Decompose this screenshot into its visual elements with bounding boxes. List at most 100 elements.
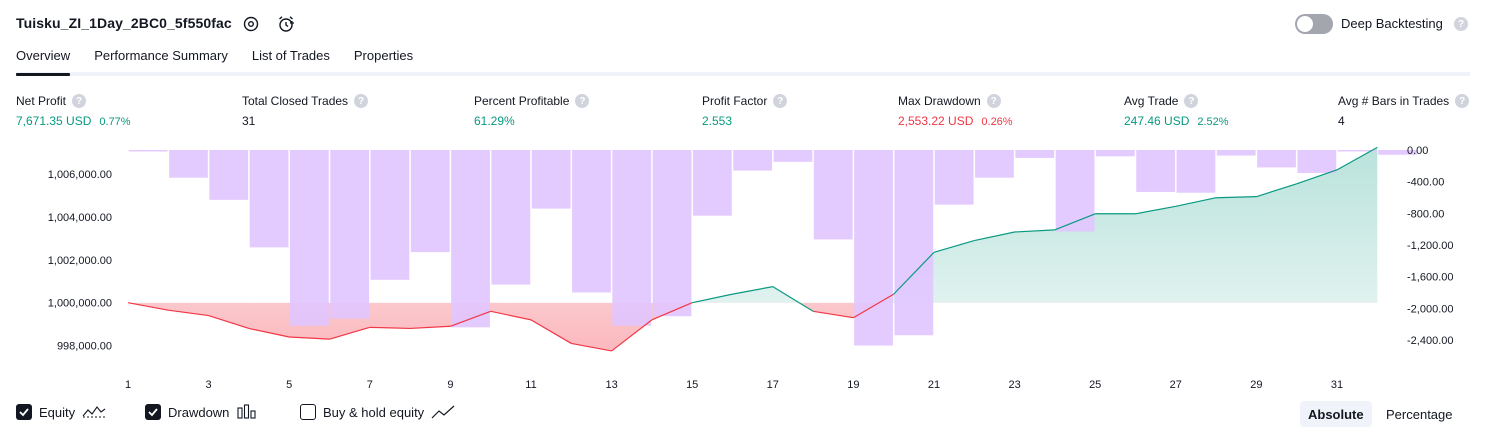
metric-label: Total Closed Trades: [242, 94, 349, 108]
drawdown-bar: [1136, 150, 1176, 192]
left-axis-tick-label: 1,000,000.00: [48, 298, 112, 310]
drawdown-bar: [370, 150, 410, 280]
left-axis-tick-label: 1,002,000.00: [48, 255, 112, 267]
drawdown-bar: [1297, 150, 1337, 173]
metric-total-closed-trades: Total Closed Trades? 31: [242, 93, 369, 128]
x-axis-tick-label: 27: [1170, 379, 1182, 391]
right-axis-tick-label: -400.00: [1407, 177, 1444, 189]
right-axis-tick-label: -800.00: [1407, 208, 1444, 220]
x-axis-tick-label: 15: [686, 379, 698, 391]
drawdown-bar: [813, 150, 853, 240]
info-icon[interactable]: ?: [354, 94, 369, 108]
tab-overview[interactable]: Overview: [16, 48, 71, 76]
x-axis-tick-label: 29: [1250, 379, 1262, 391]
metric-percent-profitable: Percent Profitable? 61.29%: [474, 93, 590, 128]
x-axis-tick-label: 1: [125, 379, 131, 391]
drawdown-bar: [1176, 150, 1216, 193]
info-icon[interactable]: ?: [986, 94, 1001, 108]
drawdown-bar: [169, 150, 208, 178]
metric-profit-factor: Profit Factor? 2.553: [702, 93, 788, 128]
metric-label: Avg # Bars in Trades: [1338, 94, 1450, 108]
drawdown-bar: [330, 150, 370, 319]
legend-equity[interactable]: Equity: [16, 404, 106, 420]
info-icon[interactable]: ?: [575, 94, 590, 108]
drawdown-bar: [491, 150, 531, 285]
metric-value: 247.46 USD: [1124, 114, 1190, 128]
drawdown-bar: [249, 150, 289, 248]
drawdown-bar: [894, 150, 934, 336]
left-axis-tick-label: 998,000.00: [57, 341, 112, 353]
drawdown-bar: [612, 150, 652, 326]
x-axis-tick-label: 19: [847, 379, 859, 391]
metric-value: 7,671.35 USD: [16, 114, 92, 128]
right-axis-tick-label: -2,400.00: [1407, 335, 1453, 347]
info-icon[interactable]: ?: [72, 94, 87, 108]
x-axis-tick-label: 9: [447, 379, 453, 391]
x-axis-tick-label: 3: [206, 379, 212, 391]
drawdown-bar: [1216, 150, 1256, 156]
x-axis-tick-label: 11: [525, 379, 536, 391]
x-axis-tick-label: 31: [1331, 379, 1343, 391]
metric-max-drawdown: Max Drawdown? 2,553.22 USD 0.26%: [898, 93, 1013, 128]
right-axis-tick-label: -1,200.00: [1407, 240, 1453, 252]
buy-hold-label: Buy & hold equity: [323, 404, 425, 420]
toggle-knob: [1297, 16, 1313, 32]
right-axis: 0.00 -400.00 -800.00 -1,200.00 -1,600.00 -2,0…: [1407, 145, 1453, 347]
info-icon[interactable]: ?: [1455, 94, 1470, 108]
settings-gear-icon[interactable]: [240, 13, 262, 35]
drawdown-bar: [1095, 150, 1135, 157]
equity-checkbox[interactable]: [16, 404, 32, 420]
left-axis: 1,006,000.00 1,004,000.00 1,002,000.00 1,00…: [48, 169, 112, 352]
drawdown-label: Drawdown: [168, 404, 230, 420]
tab-properties[interactable]: Properties: [354, 48, 413, 75]
drawdown-bar: [934, 150, 974, 205]
x-axis-tick-label: 23: [1008, 379, 1020, 391]
legend-drawdown[interactable]: Drawdown: [145, 404, 258, 420]
x-axis-tick-label: 5: [286, 379, 292, 391]
legend-buy-hold[interactable]: Buy & hold equity: [300, 404, 455, 420]
alarm-clock-icon[interactable]: [275, 13, 297, 35]
x-axis-tick-label: 25: [1089, 379, 1101, 391]
metric-net-profit: Net Profit? 7,671.35 USD 0.77%: [16, 93, 131, 128]
drawdown-bar: [975, 150, 1014, 178]
drawdown-bar: [531, 150, 571, 209]
info-icon[interactable]: ?: [1184, 94, 1199, 108]
left-axis-tick-label: 1,006,000.00: [48, 169, 112, 181]
metric-label: Net Profit: [16, 94, 67, 108]
trend-line-icon: [431, 405, 455, 419]
drawdown-bar: [652, 150, 692, 317]
drawdown-bar: [209, 150, 249, 200]
x-axis: 1 3 5 7 9 11 13 15 17 19 21 23 25 27 29 31: [125, 379, 1343, 391]
metric-value: 2,553.22 USD: [898, 114, 974, 128]
right-axis-tick-label: -1,600.00: [1407, 272, 1453, 284]
deep-backtesting-label: Deep Backtesting: [1341, 16, 1443, 31]
drawdown-bar: [854, 150, 893, 346]
percentage-button[interactable]: Percentage: [1378, 401, 1461, 427]
drawdown-bar: [1257, 150, 1296, 168]
deep-backtesting-help-icon[interactable]: ?: [1454, 17, 1468, 31]
drawdown-bar: [451, 150, 490, 328]
metric-value: 61.29%: [474, 114, 515, 128]
tab-performance-summary[interactable]: Performance Summary: [94, 48, 228, 75]
drawdown-bar: [1015, 150, 1055, 158]
metric-label: Profit Factor: [702, 94, 768, 108]
deep-backtesting-toggle[interactable]: [1295, 14, 1333, 34]
equity-drawdown-chart[interactable]: 1,006,000.00 1,004,000.00 1,002,000.00 1,00…: [0, 138, 1486, 394]
drawdown-checkbox[interactable]: [145, 404, 161, 420]
info-icon[interactable]: ?: [773, 94, 788, 108]
strategy-name: Tuisku_ZI_1Day_2BC0_5f550fac: [16, 15, 232, 31]
metric-value: 31: [242, 114, 256, 128]
x-axis-tick-label: 7: [367, 379, 373, 391]
tab-list-of-trades[interactable]: List of Trades: [252, 48, 330, 75]
metric-percent: 0.77%: [99, 116, 131, 128]
buy-hold-checkbox[interactable]: [300, 404, 316, 420]
drawdown-bar: [733, 150, 773, 171]
absolute-button[interactable]: Absolute: [1300, 401, 1372, 427]
tab-bar: Overview Performance Summary List of Tra…: [16, 48, 437, 76]
drawdown-bar: [773, 150, 813, 162]
drawdown-bar: [572, 150, 611, 293]
metric-label: Percent Profitable: [474, 94, 570, 108]
metric-avg-bars-in-trades: Avg # Bars in Trades? 4: [1338, 93, 1470, 128]
drawdown-bar: [128, 150, 168, 152]
equity-line-icon: [82, 406, 106, 418]
